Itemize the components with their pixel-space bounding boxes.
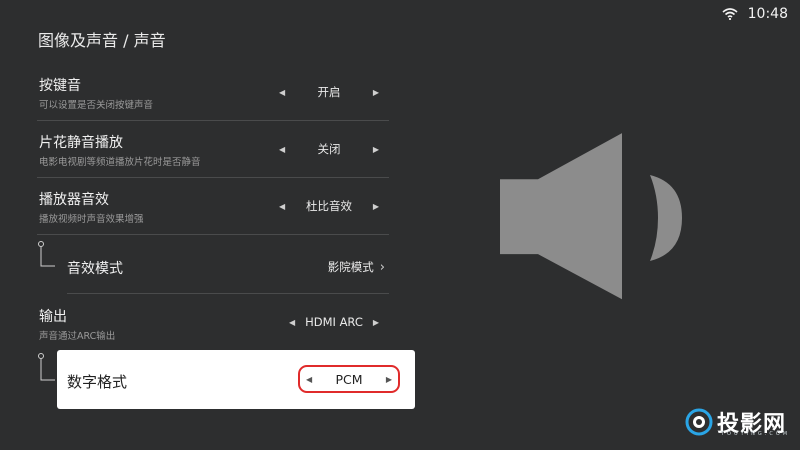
setting-title: 播放器音效 xyxy=(39,192,109,208)
setting-description: 声音通过ARC输出 xyxy=(39,331,116,342)
tree-connector-icon xyxy=(38,353,55,381)
watermark-logo: 投影网 TOUYING.COM xyxy=(685,406,787,438)
page-title: 图像及声音 / 声音 xyxy=(38,31,166,50)
setting-title: 输出 xyxy=(39,309,67,325)
chevron-left-icon[interactable]: ◀ xyxy=(279,145,285,154)
chevron-left-icon[interactable]: ◀ xyxy=(279,88,285,97)
status-bar: 10:48 xyxy=(722,6,788,22)
setting-value-selector[interactable]: ◀ 关闭 ▶ xyxy=(279,141,379,157)
chevron-right-icon: › xyxy=(379,259,385,275)
setting-title: 按键音 xyxy=(39,78,81,94)
setting-title: 音效模式 xyxy=(67,261,123,277)
setting-value: 杜比音效 xyxy=(306,199,352,213)
setting-value-selector[interactable]: ◀ 杜比音效 ▶ xyxy=(279,198,379,214)
tree-connector-icon xyxy=(38,241,55,267)
setting-sound-mode[interactable]: 音效模式 影院模式 › xyxy=(37,240,389,294)
setting-value: PCM xyxy=(335,371,363,387)
setting-value: 开启 xyxy=(317,85,341,99)
speaker-icon xyxy=(500,133,682,300)
setting-value: HDMI ARC xyxy=(305,315,363,329)
setting-value: 关闭 xyxy=(317,142,341,156)
chevron-left-icon[interactable]: ◀ xyxy=(306,375,312,384)
clock: 10:48 xyxy=(747,6,788,22)
setting-trailer-mute[interactable]: 片花静音播放 电影电视剧等频道播放片花时是否静音 ◀ 关闭 ▶ xyxy=(37,121,389,178)
wifi-icon xyxy=(722,8,738,20)
setting-title: 数字格式 xyxy=(67,373,128,391)
divider xyxy=(67,293,389,294)
setting-value-selector[interactable]: ◀ HDMI ARC ▶ xyxy=(289,315,379,329)
chevron-right-icon[interactable]: ▶ xyxy=(373,88,379,97)
settings-list: 按键音 可以设置是否关闭按键声音 ◀ 开启 ▶ 片花静音播放 电影电视剧等频道播… xyxy=(37,64,389,235)
setting-value-selector[interactable]: ◀ 开启 ▶ xyxy=(279,84,379,100)
camera-lens-icon xyxy=(685,408,713,436)
setting-output[interactable]: 输出 声音通过ARC输出 ◀ HDMI ARC ▶ xyxy=(37,295,389,351)
setting-description: 电影电视剧等频道播放片花时是否静音 xyxy=(39,157,201,168)
chevron-right-icon[interactable]: ▶ xyxy=(386,375,392,384)
setting-description: 可以设置是否关闭按键声音 xyxy=(39,100,154,111)
setting-value: 影院模式 xyxy=(327,260,374,274)
digital-format-selector[interactable]: ◀ PCM ▶ xyxy=(298,365,400,393)
setting-title: 片花静音播放 xyxy=(39,135,123,151)
setting-value-link[interactable]: 影院模式 › xyxy=(328,259,385,275)
chevron-right-icon[interactable]: ▶ xyxy=(373,145,379,154)
setting-key-sound[interactable]: 按键音 可以设置是否关闭按键声音 ◀ 开启 ▶ xyxy=(37,64,389,121)
setting-description: 播放视频时声音效果增强 xyxy=(39,214,144,225)
setting-player-effect[interactable]: 播放器音效 播放视频时声音效果增强 ◀ 杜比音效 ▶ xyxy=(37,178,389,235)
setting-digital-format-focused[interactable]: 数字格式 ◀ PCM ▶ xyxy=(57,350,415,409)
chevron-left-icon[interactable]: ◀ xyxy=(279,202,285,211)
watermark-domain: TOUYING.COM xyxy=(720,431,791,437)
chevron-left-icon[interactable]: ◀ xyxy=(289,318,295,327)
chevron-right-icon[interactable]: ▶ xyxy=(373,202,379,211)
chevron-right-icon[interactable]: ▶ xyxy=(373,318,379,327)
